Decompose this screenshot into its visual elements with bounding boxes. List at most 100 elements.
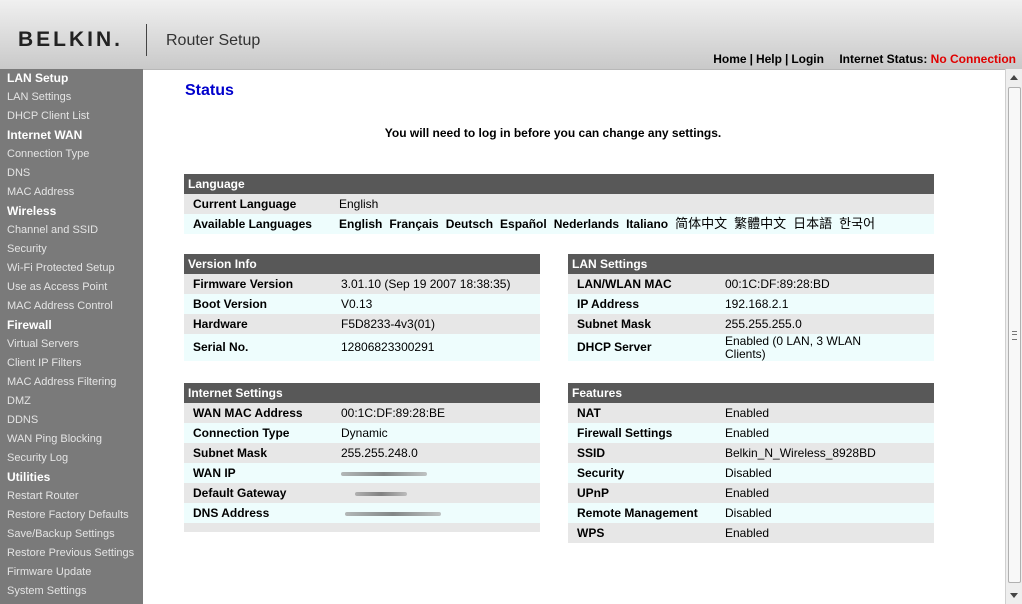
language-link-espanol[interactable]: Español: [500, 217, 547, 231]
row-label: Serial No.: [193, 340, 249, 354]
home-link[interactable]: Home: [713, 52, 746, 66]
sidebar-item-mac-address[interactable]: MAC Address: [0, 183, 143, 202]
table-row: Security Disabled: [568, 463, 934, 483]
table-row: Current Language English: [184, 194, 934, 214]
row-label: Remote Management: [577, 506, 698, 520]
sidebar-item-lan-settings[interactable]: LAN Settings: [0, 88, 143, 107]
internet-status-label: Internet Status:: [839, 52, 928, 66]
sidebar-item-dmz[interactable]: DMZ: [0, 392, 143, 411]
table-row-filler: [184, 523, 540, 532]
language-list: English Français Deutsch Español Nederlands I…: [339, 214, 882, 235]
sidebar-item-restore-previous[interactable]: Restore Previous Settings: [0, 544, 143, 563]
row-label: WPS: [577, 526, 605, 540]
panel-header: Features: [568, 383, 934, 403]
table-row: Connection Type Dynamic: [184, 423, 540, 443]
table-row: Subnet Mask 255.255.248.0: [184, 443, 540, 463]
table-row: SSID Belkin_N_Wireless_8928BD: [568, 443, 934, 463]
language-link-traditional-chinese[interactable]: 繁體中文: [734, 217, 786, 232]
sidebar-heading-firewall[interactable]: Firewall: [0, 316, 143, 335]
table-row: NAT Enabled: [568, 403, 934, 423]
internet-settings-panel: Internet Settings WAN MAC Address 00:1C:D…: [184, 383, 540, 532]
sidebar-item-connection-type[interactable]: Connection Type: [0, 145, 143, 164]
sidebar-item-ddns[interactable]: DDNS: [0, 411, 143, 430]
sidebar-item-security-log[interactable]: Security Log: [0, 449, 143, 468]
row-label: IP Address: [577, 297, 640, 311]
sidebar-item-restart-router[interactable]: Restart Router: [0, 487, 143, 506]
login-link[interactable]: Login: [791, 52, 824, 66]
row-value: Dynamic: [341, 426, 388, 440]
language-link-japanese[interactable]: 日本語: [793, 217, 832, 232]
header-divider: [146, 24, 147, 56]
sidebar-heading-internet-wan[interactable]: Internet WAN: [0, 126, 143, 145]
language-link-korean[interactable]: 한국어: [839, 217, 875, 232]
version-info-panel: Version Info Firmware Version 3.01.10 (Se…: [184, 254, 540, 361]
sidebar-item-virtual-servers[interactable]: Virtual Servers: [0, 335, 143, 354]
row-value: Enabled: [725, 406, 770, 420]
belkin-logo: BELKIN.: [18, 28, 123, 51]
row-label: Default Gateway: [193, 486, 287, 500]
scroll-up-arrow-icon[interactable]: [1010, 75, 1018, 80]
scrollbar-thumb[interactable]: [1008, 87, 1021, 583]
row-label: Subnet Mask: [577, 317, 652, 331]
row-value: [341, 463, 427, 483]
row-value: Enabled: [725, 486, 770, 500]
features-panel: Features NAT Enabled Firewall Settings Ena…: [568, 383, 934, 543]
language-link-francais[interactable]: Français: [389, 217, 438, 231]
sidebar-item-wan-ping-blocking[interactable]: WAN Ping Blocking: [0, 430, 143, 449]
language-link-italiano[interactable]: Italiano: [626, 217, 668, 231]
table-row: Available Languages English Français Deuts…: [184, 214, 934, 234]
language-link-nederlands[interactable]: Nederlands: [554, 217, 619, 231]
table-row: Firmware Version 3.01.10 (Sep 19 2007 18:…: [184, 274, 540, 294]
row-value: 12806823300291: [341, 340, 435, 354]
sidebar-item-mac-control[interactable]: MAC Address Control: [0, 297, 143, 316]
sidebar-item-access-point[interactable]: Use as Access Point: [0, 278, 143, 297]
row-label: Available Languages: [193, 217, 312, 231]
row-value: Enabled: [725, 426, 770, 440]
language-link-english[interactable]: English: [339, 217, 382, 231]
table-row: Boot Version V0.13: [184, 294, 540, 314]
sidebar-item-dhcp-client-list[interactable]: DHCP Client List: [0, 107, 143, 126]
dhcp-line-1: Enabled (0 LAN, 3 WLAN: [725, 334, 862, 348]
main-content: Status You will need to log in before yo…: [143, 69, 1005, 604]
language-link-simplified-chinese[interactable]: 简体中文: [675, 217, 727, 232]
row-label: WAN MAC Address: [193, 406, 303, 420]
sidebar-item-firmware-update[interactable]: Firmware Update: [0, 563, 143, 582]
sidebar-item-client-ip-filters[interactable]: Client IP Filters: [0, 354, 143, 373]
panel-header: Internet Settings: [184, 383, 540, 403]
help-link[interactable]: Help: [756, 52, 782, 66]
table-row: WAN MAC Address 00:1C:DF:89:28:BE: [184, 403, 540, 423]
row-label: Security: [577, 466, 625, 480]
sidebar-item-save-backup[interactable]: Save/Backup Settings: [0, 525, 143, 544]
table-row: DNS Address: [184, 503, 540, 523]
sidebar-heading-utilities[interactable]: Utilities: [0, 468, 143, 487]
row-value: [341, 483, 407, 503]
sidebar-item-security[interactable]: Security: [0, 240, 143, 259]
row-value: 00:1C:DF:89:28:BE: [341, 406, 446, 420]
row-label: Hardware: [193, 317, 248, 331]
row-label: DHCP Server: [577, 340, 652, 354]
row-value: Belkin_N_Wireless_8928BD: [725, 446, 876, 460]
panel-header: Version Info: [184, 254, 540, 274]
sidebar-item-channel-ssid[interactable]: Channel and SSID: [0, 221, 143, 240]
grip-icon: [1012, 331, 1017, 340]
row-label: LAN/WLAN MAC: [577, 277, 672, 291]
sidebar-item-wps[interactable]: Wi-Fi Protected Setup: [0, 259, 143, 278]
scroll-down-arrow-icon[interactable]: [1010, 593, 1018, 598]
sidebar-heading-lan-setup[interactable]: LAN Setup: [0, 69, 143, 88]
table-row: LAN/WLAN MAC 00:1C:DF:89:28:BD: [568, 274, 934, 294]
table-row: Hardware F5D8233-4v3(01): [184, 314, 540, 334]
sidebar-heading-wireless[interactable]: Wireless: [0, 202, 143, 221]
panel-header: Language: [184, 174, 934, 194]
sidebar-item-dns[interactable]: DNS: [0, 164, 143, 183]
sidebar-item-system-settings[interactable]: System Settings: [0, 582, 143, 601]
sidebar-item-mac-filtering[interactable]: MAC Address Filtering: [0, 373, 143, 392]
language-link-deutsch[interactable]: Deutsch: [446, 217, 493, 231]
redacted-value: [345, 511, 441, 516]
row-value: V0.13: [341, 297, 373, 311]
row-label: Current Language: [193, 197, 297, 211]
vertical-scrollbar[interactable]: [1005, 69, 1022, 604]
header-bar: BELKIN. Router Setup Home | Help | Login Int…: [0, 0, 1022, 70]
top-links: Home | Help | Login Internet Status: No Conn…: [713, 52, 1016, 66]
dhcp-line-2: Clients): [725, 347, 766, 361]
sidebar-item-restore-defaults[interactable]: Restore Factory Defaults: [0, 506, 143, 525]
